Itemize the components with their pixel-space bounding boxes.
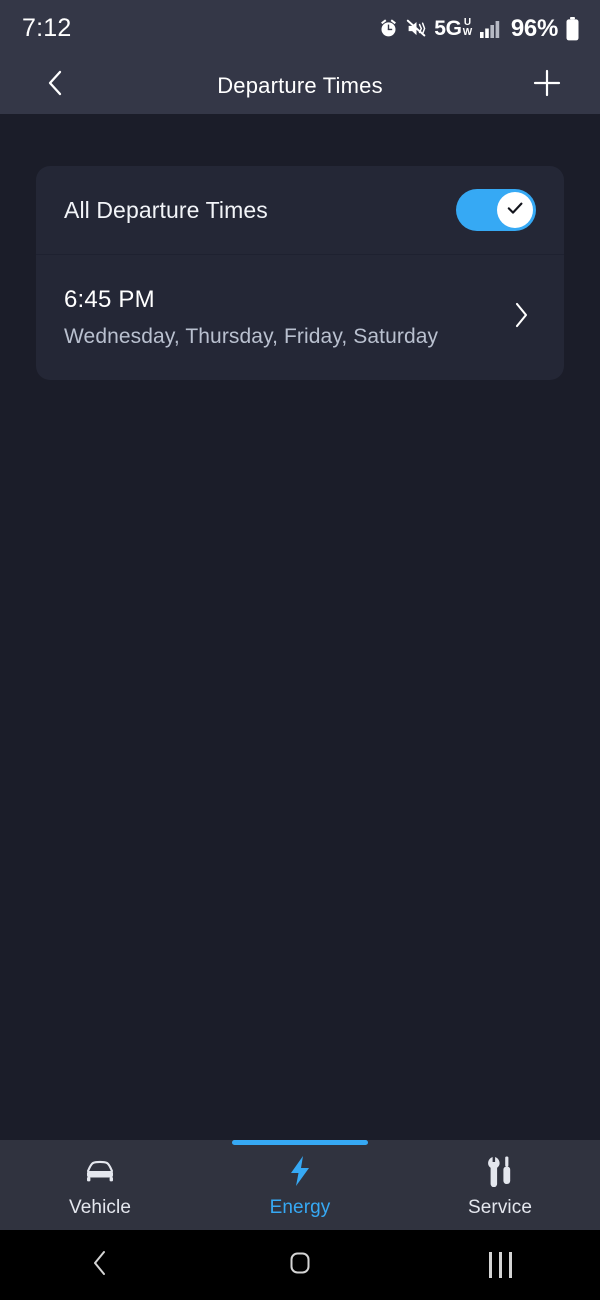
nav-recents-button[interactable] — [400, 1252, 600, 1278]
nav-back-button[interactable] — [0, 1249, 200, 1282]
page-title: Departure Times — [217, 72, 383, 98]
nav-back-icon — [89, 1249, 111, 1282]
chevron-right-icon — [511, 301, 531, 334]
nav-home-icon — [286, 1249, 314, 1282]
battery-percent-label: 96% — [510, 14, 558, 42]
departure-time-item[interactable]: 6:45 PM Wednesday, Thursday, Friday, Sat… — [36, 255, 564, 380]
check-icon — [504, 197, 526, 224]
all-departure-times-toggle[interactable] — [456, 189, 536, 231]
status-icons: 5G U W 96% — [378, 15, 580, 43]
all-departure-times-row[interactable]: All Departure Times — [36, 166, 564, 254]
tab-service[interactable]: Service — [400, 1140, 600, 1230]
tab-vehicle-label: Vehicle — [69, 1196, 131, 1218]
alarm-icon — [378, 18, 399, 39]
phone-screen: 7:12 5G U W 96% Departure Times All Depa… — [0, 0, 600, 1300]
departure-time-value: 6:45 PM — [64, 286, 155, 313]
network-sub-top: U — [463, 16, 471, 28]
chevron-left-icon — [43, 68, 67, 103]
content-area: All Departure Times 6:45 PM Wednesday, T… — [0, 114, 600, 1140]
departure-times-card: All Departure Times 6:45 PM Wednesday, T… — [36, 166, 564, 380]
nav-recents-icon — [488, 1252, 512, 1278]
departure-time-days: Wednesday, Thursday, Friday, Saturday — [64, 325, 439, 348]
status-bar: 7:12 5G U W 96% — [0, 0, 600, 57]
nav-home-button[interactable] — [200, 1249, 400, 1282]
add-departure-time-button[interactable] — [530, 69, 564, 103]
plus-icon — [532, 68, 562, 103]
toggle-knob — [497, 192, 533, 228]
bottom-tab-bar: Vehicle Energy Service — [0, 1140, 600, 1230]
tab-vehicle[interactable]: Vehicle — [0, 1140, 200, 1230]
car-icon — [83, 1156, 117, 1186]
tab-energy[interactable]: Energy — [200, 1140, 400, 1230]
wrench-screwdriver-icon — [484, 1156, 516, 1187]
network-type-label: 5G — [434, 16, 462, 40]
all-departure-times-label: All Departure Times — [64, 196, 268, 223]
departure-time-texts: 6:45 PM Wednesday, Thursday, Friday, Sat… — [64, 286, 438, 349]
back-button[interactable] — [38, 69, 72, 103]
app-header: Departure Times — [0, 57, 600, 114]
network-5g-uw-icon: 5G U W — [434, 17, 472, 41]
android-navigation-bar — [0, 1230, 600, 1300]
departure-time-chevron-button[interactable] — [506, 301, 536, 334]
battery-icon — [565, 16, 580, 41]
tab-service-label: Service — [467, 1196, 533, 1218]
tab-active-indicator — [232, 1140, 368, 1145]
status-clock: 7:12 — [22, 14, 72, 42]
lightning-bolt-icon — [287, 1155, 313, 1186]
tab-energy-label: Energy — [269, 1196, 331, 1218]
network-sub-bottom: W — [462, 26, 472, 38]
mute-vibrate-icon — [406, 18, 427, 39]
signal-bars-icon — [479, 19, 501, 39]
